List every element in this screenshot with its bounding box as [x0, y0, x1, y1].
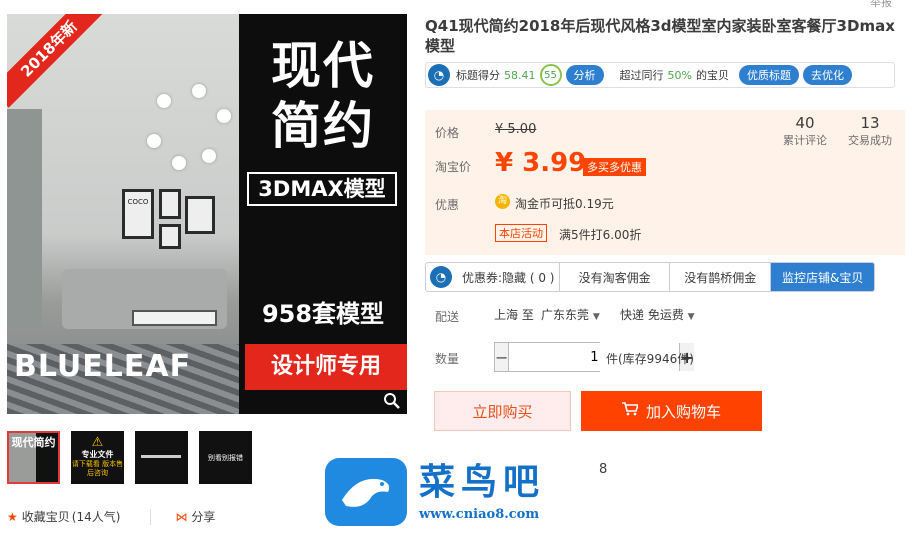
thumbnail-title: 现代简约 — [11, 436, 56, 449]
lamp-bulb — [202, 149, 216, 163]
promo-panel: 现代 简约 3DMAX模型 958套模型 设计师专用 — [239, 14, 407, 414]
plugin-tabs: ◔ 优惠券:隐藏 ( 0 ) 没有淘客佣金 没有鹊桥佣金 监控店铺&宝贝 — [425, 262, 875, 292]
score-badge: 55 — [539, 64, 562, 86]
quantity-decrease-button[interactable]: − — [495, 343, 509, 371]
coin-deduction: 淘金币可抵0.19元 — [515, 197, 614, 211]
add-to-cart-button[interactable]: 加入购物车 — [581, 391, 762, 431]
cart-icon — [621, 402, 640, 420]
analyze-button[interactable]: 分析 — [565, 65, 604, 85]
score-value: 58.41 — [504, 68, 536, 82]
tab-bridge[interactable]: 没有鹊桥佣金 — [670, 263, 772, 291]
delivery-destination: 广东东莞 — [541, 308, 590, 322]
beyond-label: 超过同行 — [619, 69, 664, 82]
warning-icon: ⚠ — [91, 435, 104, 450]
thumbnail-1[interactable]: 现代简约 — [7, 431, 60, 484]
store-activity-tag: 本店活动 — [495, 224, 547, 242]
collect-link[interactable]: 收藏宝贝 — [22, 508, 70, 525]
promo-title-line1: 现代 — [271, 37, 375, 95]
thumbnail-4[interactable]: 别看别报错 — [199, 431, 252, 484]
delivery-label: 配送 — [435, 310, 460, 324]
partial-text: 8 — [599, 462, 608, 477]
bottom-actions: ★ 收藏宝贝 (14人气) ⋈ 分享 — [7, 508, 215, 525]
picture-frame: COCO — [122, 189, 154, 239]
reviews-count: 40 — [795, 114, 815, 132]
lamp-bulb — [147, 134, 161, 148]
lamp-bulb — [172, 156, 186, 170]
go-optimize-button[interactable]: 去优化 — [802, 65, 852, 85]
original-price: ¥ 5.00 — [495, 122, 537, 137]
reviews-stat[interactable]: 40 累计评论 — [780, 114, 830, 148]
thumbnail-graphic — [141, 455, 181, 458]
report-link[interactable]: 举报 — [870, 0, 892, 10]
delivery-from: 上海 至 — [494, 308, 534, 322]
promo-title-line2: 简约 — [271, 97, 375, 155]
product-title: Q41现代简约2018年后现代风格3d模型室内家装卧室客餐厅3Dmax模型 — [425, 17, 895, 55]
plugin-logo-icon: ◔ — [428, 64, 450, 86]
thumbnail-strip: 现代简约 ⚠ 专业文件 请下载看 版本售后咨询 别看别报错 — [7, 431, 252, 484]
collect-count: (14人气) — [71, 510, 121, 524]
add-to-cart-label: 加入购物车 — [645, 402, 721, 421]
share-link[interactable]: 分享 — [191, 508, 215, 525]
tab-affiliate[interactable]: 没有淘客佣金 — [560, 263, 670, 291]
thumbnail-title: 专业文件 — [81, 450, 114, 459]
delivery-destination-select[interactable]: 广东东莞 ▼ — [541, 306, 600, 323]
star-icon: ★ — [7, 509, 18, 524]
reviews-label: 累计评论 — [783, 134, 827, 147]
sales-stat: 13 交易成功 — [845, 114, 895, 148]
tab-monitor[interactable]: 监控店铺&宝贝 — [771, 263, 874, 291]
model-count: 958套模型 — [261, 300, 385, 328]
beyond-suffix: 的宝贝 — [695, 69, 729, 82]
price-label: 价格 — [435, 126, 460, 140]
share-icon: ⋈ — [175, 509, 188, 524]
price-panel: 价格 ¥ 5.00 淘宝价 ¥ 3.99 多买多优惠 40 累计评论 13 交易… — [425, 110, 905, 255]
lamp-bulb — [217, 109, 231, 123]
main-product-image[interactable]: COCO BLUELEAF 2018年新 现代 简约 3DMAX模型 958套模… — [7, 14, 407, 414]
optimize-title-button[interactable]: 优质标题 — [738, 65, 799, 85]
watermark-text: 菜鸟吧 — [419, 461, 546, 503]
lamp-bulb — [157, 94, 171, 108]
thumbnail-subtitle: 请下载看 版本售后咨询 — [71, 460, 124, 477]
watermark: 菜鸟吧 www.cniao8.com — [325, 458, 597, 526]
delivery-method: 快递 免运费 — [620, 308, 684, 322]
title-score-bar: ◔ 标题得分 58.41 55 分析 超过同行 50% 的宝贝 优质标题 去优化 — [425, 62, 895, 88]
buy-now-button[interactable]: 立即购买 — [434, 391, 571, 431]
score-label: 标题得分 — [456, 69, 500, 82]
taobao-coin-icon: 淘 — [495, 194, 510, 209]
picture-frame — [185, 196, 215, 234]
delivery-method-select[interactable]: 快递 免运费 ▼ — [620, 306, 695, 323]
taobao-price-label: 淘宝价 — [435, 160, 472, 174]
format-label: 3DMAX模型 — [247, 172, 397, 206]
store-offer: 满5件打6.00折 — [559, 228, 642, 242]
thumbnail-2[interactable]: ⚠ 专业文件 请下载看 版本售后咨询 — [71, 431, 124, 484]
picture-frame — [159, 189, 181, 219]
plugin-logo-icon: ◔ — [430, 266, 452, 288]
thumbnail-3[interactable] — [135, 431, 188, 484]
zoom-icon[interactable] — [383, 392, 401, 410]
designer-banner: 设计师专用 — [245, 344, 407, 390]
sales-label: 交易成功 — [848, 134, 892, 147]
brand-logo: BLUELEAF — [14, 349, 192, 384]
stock-info: 件(库存9946件) — [606, 352, 694, 366]
divider — [150, 508, 152, 525]
promo-label: 优惠 — [435, 198, 460, 212]
thumbnail-title: 别看别报错 — [208, 454, 243, 462]
bird-logo-icon — [325, 458, 407, 526]
chevron-down-icon: ▼ — [592, 312, 600, 322]
tab-coupon-label: 优惠券:隐藏 ( 0 ) — [462, 270, 555, 285]
chevron-down-icon: ▼ — [687, 312, 695, 322]
discount-tag[interactable]: 多买多优惠 — [583, 158, 646, 176]
picture-frame — [159, 224, 181, 249]
lamp-bulb — [192, 84, 206, 98]
current-price: ¥ 3.99 — [495, 148, 587, 178]
tab-coupon[interactable]: ◔ 优惠券:隐藏 ( 0 ) — [426, 263, 561, 291]
quantity-stepper: − + — [494, 342, 694, 372]
quantity-label: 数量 — [435, 352, 460, 366]
watermark-url: www.cniao8.com — [419, 507, 540, 522]
coffee-table — [132, 310, 217, 326]
sales-count: 13 — [860, 114, 880, 132]
wall-panel — [7, 109, 42, 329]
beyond-percent: 50% — [667, 68, 692, 82]
